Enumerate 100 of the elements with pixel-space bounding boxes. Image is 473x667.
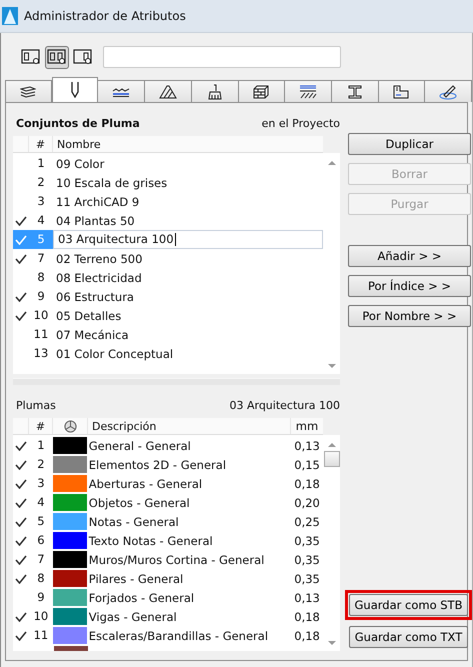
index-cell-text: 10 [32,307,50,324]
markup-pen-icon [439,84,458,100]
save-button[interactable]: Guardar como TXT [349,626,468,648]
section-title: Plumas [16,399,56,412]
save-button[interactable]: Guardar como STB [349,594,468,616]
attribute-tab[interactable] [378,80,426,102]
pen-description: Forjados - General [88,590,196,604]
scroll-up-icon[interactable] [328,161,336,165]
pen-description: Aberturas - General [88,476,204,490]
app-logo-icon [2,7,18,25]
column-header[interactable]: # [29,136,53,152]
column-header[interactable]: mm [291,418,323,434]
attribute-tab[interactable] [145,80,192,102]
action-button[interactable]: Por Índice > > [348,275,471,297]
attribute-tab[interactable] [98,80,146,102]
pen-width-cell-text: 0,13 [293,438,321,452]
index-cell-text: 8 [36,570,46,587]
surface-icon [299,84,318,98]
pen-width-cell-text: 0,15 [293,458,321,472]
pen-width-cell-text: 0,20 [293,496,321,510]
action-button[interactable]: Duplicar [348,133,471,155]
scroll-thumb[interactable] [324,451,340,467]
index-cell-text: 10 [32,608,50,625]
pen-description: Pilares - General [88,572,184,586]
pen-set-label: 03 Arquitectura 100 [229,399,340,412]
color-swatch[interactable] [53,494,88,511]
color-swatch[interactable] [53,589,88,606]
pen-width-cell-text: 0,25 [293,514,321,528]
pen-description: Texto Notas - General [88,534,214,548]
column-header[interactable]: Descripción [88,418,291,434]
scroll-up-icon[interactable] [328,443,336,447]
index-cell: 5 [29,230,53,249]
color-swatch[interactable] [53,456,88,473]
column-header[interactable]: # [29,418,53,434]
pen-width-cell-text: 0,35 [293,552,321,566]
pen-set-name[interactable]: 11 ArchiCAD 9 [53,194,140,208]
attribute-tab[interactable] [52,77,98,102]
index-cell-text: 6 [36,532,46,549]
attribute-tab[interactable] [238,80,286,102]
pen-set-name[interactable]: 01 Color Conceptual [53,346,174,360]
index-cell-text: 11 [32,627,50,644]
pen-set-name[interactable]: 05 Detalles [53,308,122,322]
attribute-tab[interactable] [5,80,52,102]
pen-description: Objetos - General [88,496,191,510]
scope-label: en el Proyecto [262,117,340,130]
pen-width-cell-text: 0,18 [293,476,321,490]
pen-set-name[interactable]: 07 Mecánica [53,328,129,342]
action-button[interactable]: Por Nombre > > [348,305,471,327]
index-cell-text: 3 [36,475,46,492]
color-swatch[interactable] [53,570,88,587]
pen-set-name[interactable]: 02 Terreno 500 [53,252,142,266]
scroll-down-icon[interactable] [328,641,336,645]
section-title: Conjuntos de Pluma [16,117,140,130]
name-input-field[interactable]: 03 Arquitectura 100 [53,230,323,249]
pen-set-name[interactable]: 08 Electricidad [53,270,142,284]
pen-description: Notas - General [88,514,180,528]
pen-icon [70,82,80,98]
index-cell-text: 5 [36,513,46,530]
pen-width-cell-text: 0,18 [293,628,321,642]
index-cell-text: 8 [36,269,46,286]
panel-search-icon [47,49,67,65]
hatch-icon [158,84,177,98]
pen-set-name[interactable]: 06 Estructura [53,290,134,304]
pen-description: General - General [88,438,192,452]
index-cell-text: 9 [36,589,46,606]
index-cell-text: 13 [32,345,50,362]
color-swatch[interactable] [53,437,88,454]
scroll-down-icon[interactable] [328,364,336,368]
color-swatch[interactable] [53,608,88,625]
zone-icon [393,84,410,98]
beam-icon [348,84,362,98]
color-swatch[interactable] [53,532,88,549]
pen-width-cell-text: 0,35 [293,572,321,586]
window-title: Administrador de Atributos [24,9,186,23]
pen-description: Escaleras/Barandillas - General [88,628,270,642]
attribute-tab[interactable] [192,80,239,102]
pen-set-name[interactable]: 09 Color [53,156,104,170]
attribute-tab[interactable] [285,80,332,102]
color-swatch[interactable] [53,475,88,492]
column-header[interactable]: Nombre [53,136,101,152]
brick-icon [253,84,270,98]
index-cell-text: 2 [36,456,46,473]
color-swatch[interactable] [53,513,88,530]
index-cell-text: 1 [36,155,46,172]
color-swatch[interactable] [53,627,88,644]
search-field[interactable] [103,46,341,68]
pen-width-cell-text: 0,18 [293,610,321,624]
view-mode-button[interactable] [45,46,69,68]
color-swatch[interactable] [53,551,88,568]
index-cell-text: 7 [36,250,46,267]
index-cell-text: 9 [36,288,46,305]
attribute-tab[interactable] [425,80,472,102]
pen-set-name[interactable]: 10 Escala de grises [53,176,168,190]
index-cell-text: 4 [36,212,46,229]
pen-width-cell-text: 0,35 [293,534,321,548]
attribute-tab[interactable] [332,80,379,102]
brush-icon [208,84,222,100]
action-button[interactable]: Añadir > > [348,245,471,267]
index-cell-text: 3 [36,193,46,210]
pen-set-name[interactable]: 04 Plantas 50 [53,214,135,228]
